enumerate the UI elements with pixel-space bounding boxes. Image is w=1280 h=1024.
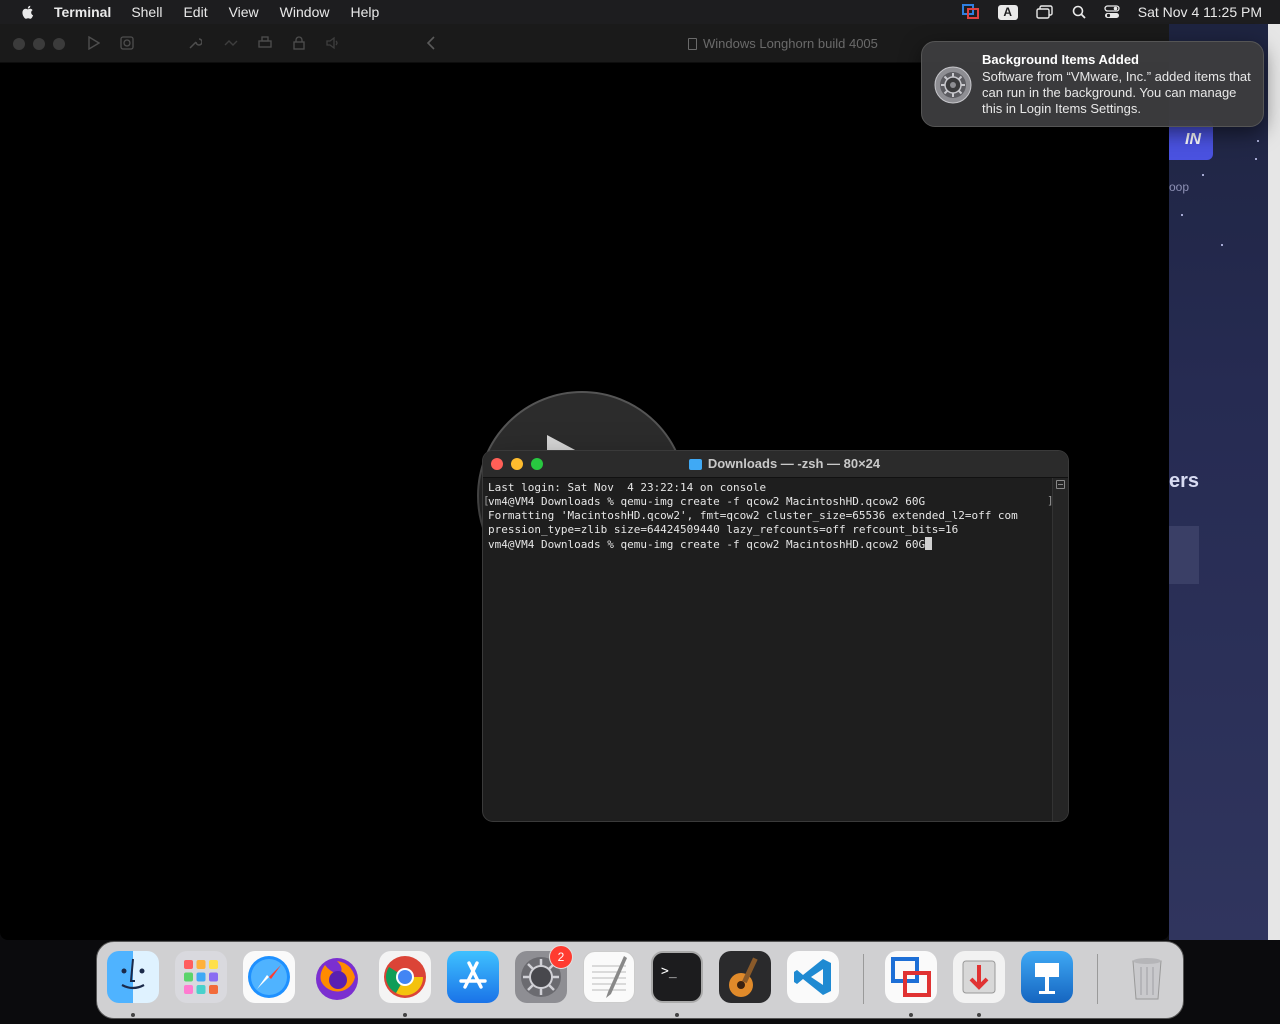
textedit-icon[interactable] <box>583 951 635 1003</box>
menu-view[interactable]: View <box>229 4 259 20</box>
safari-icon[interactable] <box>243 951 295 1003</box>
menu-bar: Terminal Shell Edit View Window Help A S… <box>0 0 1280 24</box>
finder-icon[interactable] <box>107 951 159 1003</box>
snapshot-icon[interactable] <box>120 36 134 53</box>
star-dot <box>1202 174 1204 176</box>
menu-shell[interactable]: Shell <box>131 4 162 20</box>
launchpad-icon[interactable] <box>175 951 227 1003</box>
star-dot <box>1255 158 1257 160</box>
chrome-icon[interactable] <box>379 951 431 1003</box>
menu-window[interactable]: Window <box>280 4 330 20</box>
star-dot <box>1257 140 1259 142</box>
terminal-scrollbar[interactable] <box>1052 478 1068 821</box>
back-chevron-icon[interactable] <box>426 36 436 53</box>
network-icon[interactable] <box>224 36 238 53</box>
running-indicator <box>675 1013 679 1017</box>
keynote-icon[interactable] <box>1021 951 1073 1003</box>
lock-icon[interactable] <box>292 36 306 53</box>
menu-extras: A Sat Nov 4 11:25 PM <box>944 0 1262 24</box>
app-store-icon[interactable] <box>447 951 499 1003</box>
terminal-title: Downloads — -zsh — 80×24 <box>483 451 1068 477</box>
terminal-line: Formatting 'MacintoshHD.qcow2', fmt=qcow… <box>488 509 1018 522</box>
vmware-status-icon[interactable] <box>961 4 980 20</box>
play-icon[interactable] <box>88 35 101 53</box>
text-cursor <box>925 537 933 550</box>
sound-icon[interactable] <box>326 36 340 53</box>
dock-separator <box>863 954 864 1004</box>
screen-mirroring-icon[interactable] <box>1036 5 1054 19</box>
printer-icon[interactable] <box>258 36 272 53</box>
browser-window-edge <box>1268 24 1280 940</box>
vmware-title-text: Windows Longhorn build 4005 <box>703 36 878 51</box>
terminal-output[interactable]: Last login: Sat Nov 4 23:22:14 on consol… <box>488 481 1048 817</box>
trash-icon[interactable] <box>1121 951 1173 1003</box>
system-settings-icon[interactable]: 2 <box>515 945 573 1003</box>
input-source-icon[interactable]: A <box>997 4 1018 20</box>
terminal-prompt-line: vm4@VM4 Downloads % qemu-img create -f q… <box>488 537 1048 552</box>
document-icon <box>688 37 697 50</box>
notification-title: Background Items Added <box>982 52 1139 67</box>
star-dot <box>1181 214 1183 216</box>
running-indicator <box>403 1013 407 1017</box>
vmware-zoom-button[interactable] <box>53 38 65 50</box>
notification-badge: 2 <box>549 945 573 969</box>
folder-icon <box>688 458 702 470</box>
menu-edit[interactable]: Edit <box>183 4 207 20</box>
terminal-window: Downloads — -zsh — 80×24 [ ] Last login:… <box>483 451 1068 821</box>
terminal-titlebar[interactable]: Downloads — -zsh — 80×24 <box>483 451 1068 478</box>
menu-app-name[interactable]: Terminal <box>54 4 111 20</box>
running-indicator <box>131 1013 135 1017</box>
notification-body: Software from “VMware, Inc.” added items… <box>982 69 1251 116</box>
vmware-minimize-button[interactable] <box>33 38 45 50</box>
terminal-current-command[interactable]: vm4@VM4 Downloads % qemu-img create -f q… <box>488 538 925 551</box>
background-browser-window: IN oop ers <box>1169 24 1280 940</box>
vmware-window-title: Windows Longhorn build 4005 <box>688 36 878 51</box>
browser-text-fragment: oop <box>1169 180 1190 194</box>
garageband-icon[interactable] <box>719 951 771 1003</box>
menu-help[interactable]: Help <box>350 4 379 20</box>
svg-text:>_: >_ <box>661 964 677 979</box>
running-indicator <box>977 1013 981 1017</box>
terminal-line: Last login: Sat Nov 4 23:22:14 on consol… <box>488 481 767 494</box>
terminal-icon[interactable]: >_ <box>651 951 703 1003</box>
spotlight-search-icon[interactable] <box>1072 5 1086 19</box>
dock: 2 >_ <box>96 941 1184 1019</box>
control-center-icon[interactable] <box>1104 5 1120 19</box>
running-indicator <box>909 1013 913 1017</box>
terminal-title-text: Downloads — -zsh — 80×24 <box>707 456 881 471</box>
browser-panel-fragment <box>1169 526 1199 584</box>
settings-wrench-icon[interactable] <box>188 36 203 53</box>
vscode-icon[interactable] <box>787 951 839 1003</box>
split-pane-icon[interactable] <box>1056 480 1065 489</box>
vmware-fusion-icon[interactable] <box>885 951 937 1003</box>
system-settings-gear-icon <box>934 66 972 104</box>
browser-heading-fragment: ers <box>1169 470 1200 492</box>
star-dot <box>1221 244 1223 246</box>
apple-menu-icon[interactable] <box>20 4 36 20</box>
firefox-icon[interactable] <box>311 951 363 1003</box>
menu-clock[interactable]: Sat Nov 4 11:25 PM <box>1138 4 1262 20</box>
terminal-line: vm4@VM4 Downloads % qemu-img create -f q… <box>488 495 926 508</box>
dock-separator <box>1097 954 1098 1004</box>
vmware-close-button[interactable] <box>13 38 25 50</box>
notification-banner[interactable]: Background Items Added Software from “VM… <box>921 41 1264 127</box>
terminal-line: pression_type=zlib size=64424509440 lazy… <box>488 523 959 536</box>
installer-icon[interactable] <box>953 951 1005 1003</box>
